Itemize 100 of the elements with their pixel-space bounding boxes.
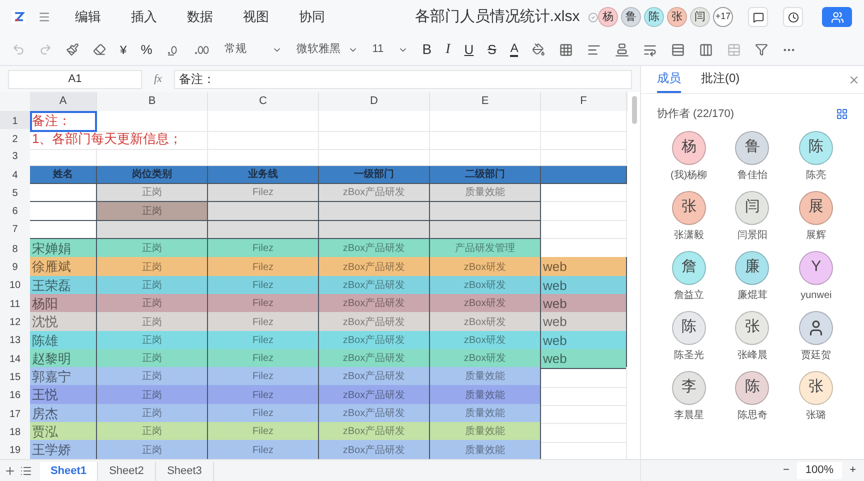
wrap-text-icon[interactable] [643, 42, 658, 56]
collaborator-avatar[interactable]: 张 [667, 7, 687, 27]
member-avatar[interactable]: 闫 [735, 190, 770, 224]
table-cell: zBox研发 [430, 257, 541, 278]
row-number[interactable]: 5 [0, 184, 30, 202]
member-name: 陈圣光 [674, 350, 704, 362]
member-name: 张峰晨 [737, 350, 768, 362]
column-header[interactable]: C [208, 92, 319, 111]
menu-item[interactable]: 插入 [130, 7, 157, 27]
sheet-tab[interactable]: Sheet1 [40, 462, 98, 481]
zoom-level[interactable]: 100% [797, 462, 842, 479]
column-header[interactable]: D [319, 92, 430, 111]
font-size-dropdown[interactable]: 11 [372, 41, 408, 58]
share-button[interactable] [822, 7, 852, 27]
cell-reference-field[interactable]: A1 [8, 70, 142, 88]
close-icon[interactable] [848, 74, 860, 86]
member-avatar[interactable]: 张 [672, 190, 706, 224]
table-cell: 1、各部门每天更新信息； [30, 129, 208, 150]
member-avatar[interactable]: 陈 [735, 370, 770, 404]
collaborator-avatar[interactable]: 陈 [644, 7, 664, 27]
row-number[interactable]: 16 [0, 385, 30, 406]
currency-button[interactable]: ¥ [120, 40, 127, 58]
font-dropdown[interactable]: 微软雅黑 [296, 41, 358, 58]
member-avatar[interactable]: 廉 [735, 250, 770, 284]
sheet-tab[interactable]: Sheet3 [156, 462, 214, 481]
member-avatar[interactable]: 鲁 [735, 130, 770, 164]
panel-tab[interactable]: 成员 [657, 69, 681, 93]
scrollbar[interactable] [632, 96, 636, 124]
member-avatar[interactable] [799, 310, 834, 344]
collaborator-avatar[interactable]: 闫 [690, 7, 710, 27]
row-number[interactable]: 4 [0, 166, 30, 184]
columns-icon[interactable] [699, 42, 714, 56]
column-header[interactable]: A [30, 92, 97, 111]
format-painter-icon[interactable] [66, 43, 79, 56]
member-avatar[interactable]: 李 [672, 370, 706, 404]
merge-cells-icon[interactable] [727, 42, 742, 56]
percent-button[interactable]: % [140, 40, 152, 60]
rows-icon[interactable] [671, 42, 686, 56]
menu-item[interactable]: 编辑 [74, 7, 101, 27]
member-name: 张璐 [806, 410, 826, 422]
bold-button[interactable]: B [422, 39, 432, 60]
member-avatar[interactable]: 陈 [672, 310, 706, 344]
table-cell: 正岗 [97, 257, 208, 278]
more-collaborators-badge[interactable]: +17 [713, 7, 733, 27]
history-button[interactable] [783, 7, 803, 27]
vertical-align-icon[interactable] [615, 42, 630, 56]
formula-field[interactable]: 备注： [174, 70, 632, 88]
row-number[interactable]: 9 [0, 257, 30, 278]
row-number[interactable]: 6 [0, 202, 30, 221]
filter-icon[interactable] [755, 43, 768, 56]
table-cell: 姓名 [30, 166, 97, 184]
table-cell: 备注： [30, 111, 97, 132]
member-name: 陈亮 [806, 170, 826, 182]
layout-grid-icon[interactable] [836, 108, 848, 120]
row-number[interactable]: 12 [0, 312, 30, 333]
column-header[interactable]: E [430, 92, 541, 111]
table-cell: Filez [208, 385, 319, 406]
table-cell: web [541, 312, 627, 333]
strikethrough-button[interactable]: S [488, 40, 496, 60]
increase-decimal-icon[interactable] [194, 44, 210, 56]
member-avatar[interactable]: 詹 [672, 250, 706, 284]
zoom-in-button[interactable]: + [850, 462, 856, 479]
sheet-tab[interactable]: Sheet2 [98, 462, 156, 481]
member-avatar[interactable]: 陈 [799, 130, 834, 164]
member-avatar[interactable]: 杨 [672, 130, 706, 164]
table-cell: 徐雁斌 [30, 257, 97, 278]
row-number[interactable]: 2 [0, 129, 30, 150]
member-avatar[interactable]: 展 [799, 190, 834, 224]
collaborator-avatar[interactable]: 鲁 [621, 7, 641, 27]
member-name: 鲁佳怡 [737, 170, 768, 182]
collaborator-avatar[interactable]: 杨 [598, 7, 618, 27]
member-avatar[interactable]: 张 [735, 310, 770, 344]
fill-color-icon[interactable] [532, 43, 546, 56]
member-avatar[interactable]: 张 [799, 370, 834, 404]
font-color-button[interactable]: A [510, 42, 518, 57]
borders-icon[interactable] [559, 42, 574, 56]
row-number[interactable]: 7 [0, 220, 30, 240]
table-cell: 正岗 [97, 440, 208, 461]
italic-button[interactable]: I [446, 39, 450, 60]
member-name: 贾廷贺 [801, 350, 832, 362]
member-name: (我)杨柳 [670, 170, 708, 182]
row-number[interactable]: 19 [0, 440, 30, 461]
menu-item[interactable]: 协同 [298, 7, 325, 27]
column-header[interactable]: B [97, 92, 208, 111]
panel-tab[interactable]: 批注(0) [701, 69, 740, 93]
member-name: 李晨星 [674, 410, 704, 422]
member-avatar[interactable]: Y [799, 250, 834, 284]
align-icon[interactable] [587, 42, 602, 56]
menu-item[interactable]: 视图 [242, 7, 269, 27]
zoom-out-button[interactable]: − [782, 462, 790, 479]
table-cell: 王学娇 [30, 440, 97, 461]
column-header[interactable]: F [541, 92, 627, 111]
underline-button[interactable]: U [464, 40, 474, 60]
saved-check-icon [588, 10, 598, 24]
app-logo-icon[interactable] [12, 8, 26, 26]
comment-button[interactable] [748, 7, 768, 27]
menu-item[interactable]: 数据 [186, 7, 213, 27]
number-format-dropdown[interactable]: 常规 [224, 41, 282, 58]
row-number[interactable]: 3 [0, 148, 30, 166]
eraser-icon[interactable] [93, 43, 106, 56]
